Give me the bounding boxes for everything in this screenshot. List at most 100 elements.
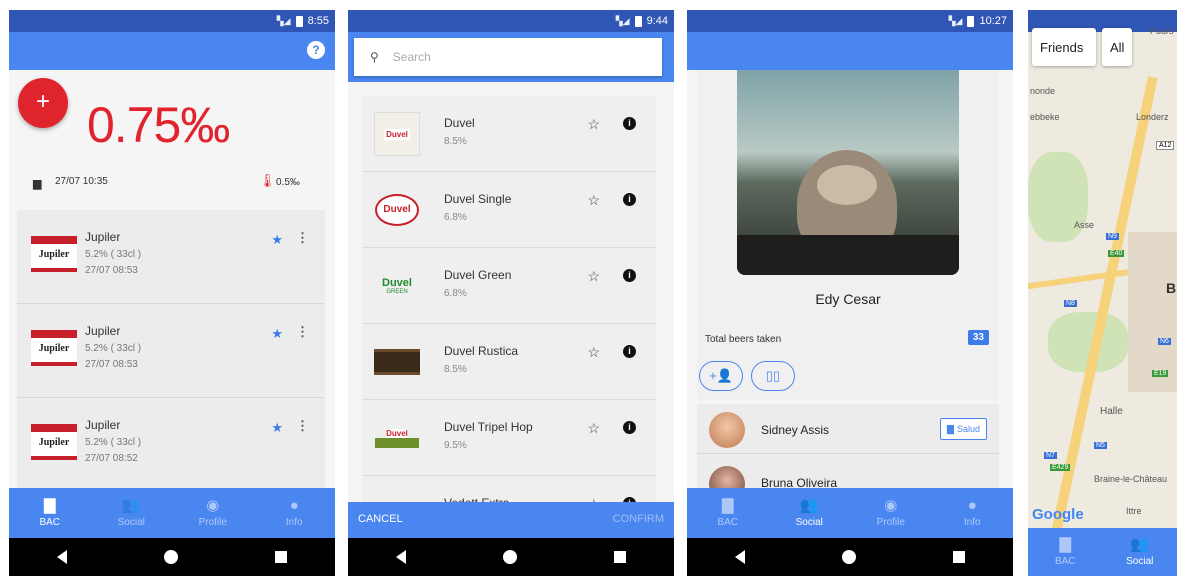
info-icon[interactable]: i [623,117,636,130]
map-canvas[interactable] [1028,32,1177,538]
beer-abv: 8.5% [444,364,467,375]
list-item[interactable]: Sidney Assis ▇ Salud [697,404,999,454]
status-bar: ▚◢ 10:27 [687,10,1013,32]
search-box[interactable]: ⚲ Search [354,38,662,76]
back-icon[interactable] [57,550,68,564]
star-icon[interactable]: ★ [271,326,283,342]
beer-time: 27/07 08:52 [85,453,138,464]
info-icon[interactable]: i [623,345,636,358]
duvel-green-logo: Duvel GREEN [382,277,412,295]
beer-name: Jupiler [85,418,121,432]
tab-label: Profile [198,517,227,528]
tab-bac[interactable]: ▇ BAC [1028,528,1103,576]
recents-icon[interactable] [952,551,965,563]
tab-info[interactable]: ● Info [254,488,336,538]
home-icon[interactable] [841,550,856,564]
list-item[interactable]: Jupiler Jupiler 5.2% ( 33cl ) 27/07 08:5… [17,210,325,304]
profile-name: Edy Cesar [815,291,881,307]
star-icon[interactable]: ★ [271,232,283,248]
help-icon[interactable]: ? [307,41,325,59]
beer-abv: 6.8% [444,288,467,299]
tab-profile[interactable]: ◉ Profile [172,488,254,538]
map-label: Asse [1074,220,1095,230]
info-icon[interactable]: i [623,421,636,434]
star-outline-icon[interactable]: ☆ [587,268,600,285]
star-icon[interactable]: ★ [271,420,283,436]
tab-label: Social [117,517,145,528]
drink-list: Jupiler Jupiler 5.2% ( 33cl ) 27/07 08:5… [17,210,325,500]
jupiler-logo: Jupiler [31,236,77,272]
map-label: nonde [1030,86,1056,96]
salud-button[interactable]: ▇ Salud [940,418,987,440]
info-icon[interactable]: i [623,193,636,206]
tab-social[interactable]: 👥 Social [1103,528,1177,576]
people-icon: 👥 [121,497,141,514]
list-item[interactable]: Duvel Duvel Tripel Hop 9.5% ☆ i [362,400,656,476]
status-bar: ▚◢ 9:44 [348,10,674,32]
battery-icon [967,15,975,27]
info-icon[interactable]: i [623,269,636,282]
beer-name: Duvel Tripel Hop [444,420,533,434]
beer-search-screen: ▚◢ 9:44 ⚲ Search Duvel Duvel 8.5% ☆ i Du… [348,10,674,576]
recents-icon[interactable] [274,551,287,563]
tab-label: BAC [1054,556,1076,567]
tab-profile[interactable]: ◉ Profile [850,488,932,538]
duvel-single-logo: Duvel [374,188,420,232]
beer-abv: 5.2% ( 33cl ) [85,249,142,260]
star-outline-icon[interactable]: ☆ [587,344,600,361]
legal-limit: 0.5‰ [276,177,300,188]
star-outline-icon[interactable]: ☆ [587,192,600,209]
list-item[interactable]: Duvel Duvel 8.5% ☆ i [362,96,656,172]
recents-icon[interactable] [613,551,626,563]
search-input[interactable]: Search [393,50,431,64]
road-shield: E40 [1108,250,1125,257]
road-shield: N8 [1064,300,1077,307]
system-nav-bar [9,538,335,576]
star-outline-icon[interactable]: ☆ [587,116,600,133]
tab-info[interactable]: ● Info [932,488,1014,538]
battery-icon [295,15,303,27]
cancel-button[interactable]: CANCEL [358,513,403,525]
filter-friends[interactable]: Friends [1032,28,1096,66]
app-bar [687,32,1013,70]
filter-all[interactable]: All [1102,28,1132,66]
more-icon[interactable]: ⋮ [296,230,309,246]
road-shield: E429 [1050,464,1071,471]
add-drink-button[interactable]: + [18,78,68,128]
more-icon[interactable]: ⋮ [296,418,309,434]
thermometer-icon: 🌡 [259,173,276,188]
list-item[interactable]: Jupiler Jupiler 5.2% ( 33cl ) 27/07 08:5… [17,304,325,398]
home-icon[interactable] [502,550,517,564]
back-icon[interactable] [396,550,407,564]
list-item[interactable]: Duvel GREEN Duvel Green 6.8% ☆ i [362,248,656,324]
tab-social[interactable]: 👥 Social [769,488,851,538]
list-item[interactable]: Jupiler Jupiler 5.2% ( 33cl ) 27/07 08:5… [17,398,325,492]
car-icon: ▆ [33,178,42,190]
system-nav-bar [687,538,1013,576]
list-item[interactable]: Duvel Duvel Single 6.8% ☆ i [362,172,656,248]
jupiler-logo: Jupiler [31,424,77,460]
bottom-tabs: ▇ BAC 👥 Social [1028,528,1177,576]
more-icon[interactable]: ⋮ [296,324,309,340]
tab-social[interactable]: 👥 Social [91,488,173,538]
total-beers-label: Total beers taken [705,334,782,345]
tab-bac[interactable]: ▇ BAC [9,488,91,538]
home-icon[interactable] [163,550,178,564]
add-friend-button[interactable]: +👤 [699,361,743,391]
road-shield: N7 [1044,452,1057,459]
tab-label: BAC [717,517,739,528]
back-icon[interactable] [735,550,746,564]
tab-bac[interactable]: ▇ BAC [687,488,769,538]
map-button[interactable]: ▯▯ [751,361,795,391]
star-outline-icon[interactable]: ☆ [587,420,600,437]
status-time: 8:55 [307,15,329,27]
tab-label: BAC [39,517,61,528]
signal-icon: ▚◢ [615,15,630,26]
list-item[interactable]: Duvel Rustica 8.5% ☆ i [362,324,656,400]
road-shield: N5 [1094,442,1107,449]
beer-mug-icon: ▇ [947,423,954,434]
confirm-button[interactable]: CONFIRM [613,513,664,525]
duvel-rustica-logo [374,340,420,384]
duvel-tripel-hop-logo: Duvel [374,416,420,460]
beer-mug-icon: ▇ [43,497,56,514]
